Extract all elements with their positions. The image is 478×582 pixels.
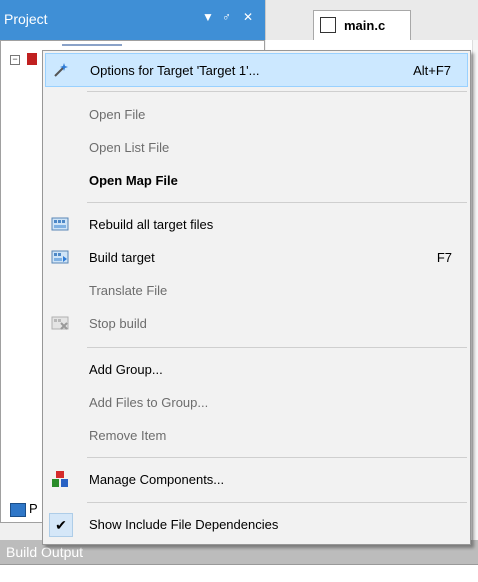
menu-item-label: Remove Item [89,428,167,443]
stop-build-icon [51,314,69,332]
menu-item-show-include-deps[interactable]: ✔ Show Include File Dependencies [45,508,468,542]
menu-item-label: Manage Components... [89,472,225,487]
menu-item-label: Open Map File [89,173,178,188]
menu-item-add-files-to-group[interactable]: Add Files to Group... [45,386,468,420]
menu-separator [87,202,467,203]
menu-item-remove-item[interactable]: Remove Item [45,419,468,453]
panel-dropdown-icon[interactable]: ▼ [202,10,214,24]
rebuild-icon [51,215,69,233]
pin-icon[interactable]: ♂ [222,10,231,24]
menu-item-open-map-file[interactable]: Open Map File [45,164,468,198]
menu-item-open-file[interactable]: Open File [45,98,468,132]
close-icon[interactable]: ✕ [243,10,253,24]
tree-selected-strip [62,44,122,46]
menu-item-label: Open File [89,107,146,122]
context-menu: Options for Target 'Target 1'... Alt+F7 … [42,50,471,545]
components-icon [51,470,69,488]
menu-separator [87,457,467,458]
editor-scroll-edge[interactable] [472,40,478,540]
menu-item-manage-components[interactable]: Manage Components... [45,463,468,497]
menu-item-label: Add Files to Group... [89,395,209,410]
options-wand-icon [52,61,70,79]
menu-item-add-group[interactable]: Add Group... [45,353,468,387]
menu-item-rebuild-all[interactable]: Rebuild all target files [45,208,468,242]
menu-separator [87,502,467,503]
build-icon [51,248,69,266]
menu-separator [87,347,467,348]
tree-expander-icon[interactable]: − [10,55,20,65]
menu-item-label: Open List File [89,140,170,155]
tab-label: main.c [344,18,386,33]
menu-item-label: Show Include File Dependencies [89,517,279,532]
books-icon [10,503,26,517]
bottom-tab-label: P [29,501,38,516]
menu-item-stop-build[interactable]: Stop build [45,307,468,341]
build-output-pane[interactable] [0,564,478,582]
project-panel-header: Project ▼ ♂ ✕ [0,0,265,40]
menu-separator [87,91,467,92]
menu-item-build-target[interactable]: Build target F7 [45,241,468,275]
menu-item-label: Options for Target 'Target 1'... [90,63,260,78]
menu-item-label: Stop build [89,316,147,331]
target-icon [27,53,37,65]
project-panel-title: Project [4,11,48,27]
menu-item-label: Rebuild all target files [89,217,214,232]
build-output-title: Build Output [6,544,84,560]
c-file-icon [320,17,336,33]
tab-main-c[interactable]: main.c [313,10,411,41]
menu-item-translate-file[interactable]: Translate File [45,274,468,308]
menu-item-open-list-file[interactable]: Open List File [45,131,468,165]
menu-item-shortcut: Alt+F7 [413,63,451,78]
checkmark-icon: ✔ [49,513,73,537]
menu-item-label: Translate File [89,283,168,298]
menu-item-label: Build target [89,250,155,265]
menu-item-label: Add Group... [89,362,163,377]
menu-item-shortcut: F7 [436,250,452,265]
menu-item-options-for-target[interactable]: Options for Target 'Target 1'... Alt+F7 [45,53,468,87]
